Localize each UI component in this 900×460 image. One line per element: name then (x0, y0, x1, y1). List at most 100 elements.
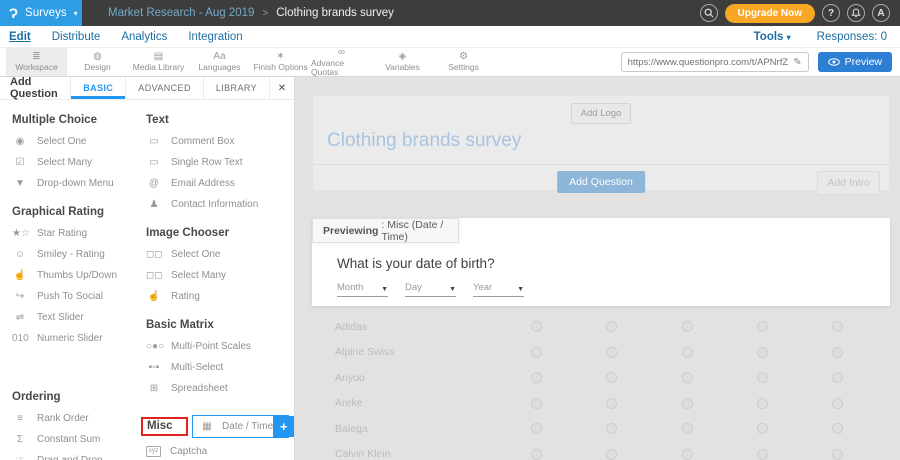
matrix-radio[interactable] (531, 449, 542, 460)
nav-tab-integration[interactable]: Integration (188, 31, 242, 43)
close-panel-button[interactable]: ✕ (269, 77, 294, 99)
question-type-image-select-one[interactable]: ◻◻ Select One (146, 244, 294, 265)
month-select[interactable]: Month ▼ (337, 282, 388, 297)
add-date-time-button[interactable]: + (273, 416, 294, 437)
breadcrumb: Market Research - Aug 2019 > Clothing br… (108, 7, 394, 19)
question-type-star-rating[interactable]: ★☆ Star Rating (12, 223, 146, 244)
matrix-radio[interactable] (682, 347, 693, 358)
matrix-radio[interactable] (757, 347, 768, 358)
tab-library[interactable]: LIBRARY (203, 77, 269, 99)
numeric-slider-icon: 010 (12, 333, 28, 344)
matrix-radio[interactable] (606, 449, 617, 460)
add-intro-button[interactable]: Add Intro (817, 171, 880, 195)
question-type-push-to-social[interactable]: ↪ Push To Social (12, 286, 146, 307)
toolbar-item-settings[interactable]: ⚙ Settings (433, 48, 494, 76)
question-type-constant-sum[interactable]: Σ Constant Sum (12, 429, 146, 450)
add-question-button[interactable]: Add Question (557, 171, 645, 193)
nav-tab-edit[interactable]: Edit (9, 31, 31, 43)
matrix-radio[interactable] (832, 398, 843, 409)
select-many-icon: ☑ (12, 157, 28, 168)
edit-url-icon[interactable]: ✎ (793, 57, 801, 68)
question-type-email-address[interactable]: @ Email Address (146, 173, 294, 194)
day-select[interactable]: Day ▼ (405, 282, 456, 297)
question-type-image-select-many[interactable]: ◻◻ Select Many (146, 265, 294, 286)
matrix-radio[interactable] (757, 372, 768, 383)
matrix-radio[interactable] (606, 321, 617, 332)
tab-basic[interactable]: BASIC (70, 77, 125, 99)
panel-body: Multiple Choice ◉ Select One ☑ Select Ma… (0, 100, 294, 460)
matrix-radio[interactable] (757, 449, 768, 460)
question-type-single-row-text[interactable]: ▭ Single Row Text (146, 152, 294, 173)
matrix-radio[interactable] (757, 321, 768, 332)
survey-title[interactable]: Clothing brands survey (313, 124, 889, 164)
matrix-radio[interactable] (682, 423, 693, 434)
search-button[interactable] (700, 4, 718, 22)
matrix-radio[interactable] (531, 321, 542, 332)
preview-button[interactable]: Preview (818, 52, 892, 72)
question-type-select-one[interactable]: ◉ Select One (12, 131, 146, 152)
matrix-radio[interactable] (682, 321, 693, 332)
question-type-date-time[interactable]: ▦ Date / Time + (192, 415, 289, 438)
responses-count[interactable]: Responses: 0 (817, 31, 887, 43)
survey-url-input[interactable] (628, 57, 789, 68)
matrix-radio[interactable] (606, 398, 617, 409)
toolbar-item-workspace[interactable]: ≣ Workspace (6, 48, 67, 76)
tools-menu[interactable]: Tools ▾ (754, 31, 791, 43)
matrix-radio[interactable] (531, 423, 542, 434)
question-type-spreadsheet[interactable]: ⊞ Spreadsheet (146, 378, 294, 399)
toolbar-item-media-library[interactable]: ▤ Media Library (128, 48, 189, 76)
matrix-radio[interactable] (606, 347, 617, 358)
question-type-thumbs-up-down[interactable]: ☝ Thumbs Up/Down (12, 265, 146, 286)
help-button[interactable]: ? (822, 4, 840, 22)
question-type-comment-box[interactable]: ▭ Comment Box (146, 131, 294, 152)
matrix-radio[interactable] (757, 398, 768, 409)
panel-header: Add Question BASIC ADVANCED LIBRARY ✕ (0, 77, 294, 100)
question-type-captcha[interactable]: xyz Captcha (146, 441, 294, 460)
toolbar-item-finish-options[interactable]: ✶ Finish Options (250, 48, 311, 76)
toolbar-item-variables[interactable]: ◈ Variables (372, 48, 433, 76)
section-ordering: Ordering ≡ Rank Order Σ Constant Sum ☞ D… (12, 391, 146, 460)
nav-tab-distribute[interactable]: Distribute (52, 31, 101, 43)
matrix-radio[interactable] (606, 372, 617, 383)
matrix-radio[interactable] (832, 449, 843, 460)
share-icon: ↪ (12, 291, 28, 302)
toolbar-item-design[interactable]: ◍ Design (67, 48, 128, 76)
matrix-radio[interactable] (682, 398, 693, 409)
question-type-numeric-slider[interactable]: 010 Numeric Slider (12, 328, 146, 349)
notifications-button[interactable] (847, 4, 865, 22)
surveys-menu[interactable]: Ɂ Surveys ▾ (0, 0, 82, 26)
matrix-radio[interactable] (832, 423, 843, 434)
matrix-radio[interactable] (531, 398, 542, 409)
matrix-radio[interactable] (757, 423, 768, 434)
question-type-dropdown-menu[interactable]: ▼ Drop-down Menu (12, 173, 146, 194)
tab-advanced[interactable]: ADVANCED (125, 77, 203, 99)
matrix-radio[interactable] (832, 347, 843, 358)
question-type-multi-point-scales[interactable]: ○●○ Multi-Point Scales (146, 336, 294, 357)
question-type-contact-information[interactable]: ♟ Contact Information (146, 194, 294, 215)
question-type-select-many[interactable]: ☑ Select Many (12, 152, 146, 173)
question-type-text-slider[interactable]: ⇌ Text Slider (12, 307, 146, 328)
add-logo-button[interactable]: Add Logo (571, 103, 632, 124)
matrix-radio[interactable] (531, 347, 542, 358)
avatar[interactable]: A (872, 4, 890, 22)
year-select[interactable]: Year ▼ (473, 282, 524, 297)
question-type-image-rating[interactable]: ☝ Rating (146, 286, 294, 307)
matrix-radio[interactable] (682, 449, 693, 460)
matrix-radio[interactable] (832, 321, 843, 332)
breadcrumb-parent-link[interactable]: Market Research - Aug 2019 (108, 7, 254, 19)
question-type-smiley-rating[interactable]: ☺ Smiley - Rating (12, 244, 146, 265)
question-type-multi-select[interactable]: ▪▫▪ Multi-Select (146, 357, 294, 378)
matrix-radio[interactable] (832, 372, 843, 383)
upgrade-now-button[interactable]: Upgrade Now (725, 4, 815, 23)
question-type-drag-and-drop[interactable]: ☞ Drag and Drop (12, 450, 146, 460)
matrix-row-balega: Balega (312, 416, 890, 442)
toolbar-item-advance-quotas[interactable]: ∞ Advance Quotas (311, 48, 372, 76)
question-type-rank-order[interactable]: ≡ Rank Order (12, 408, 146, 429)
matrix-radio[interactable] (682, 372, 693, 383)
previewing-tab: Previewing : Misc (Date / Time) (312, 218, 459, 243)
toolbar-item-languages[interactable]: Aa Languages (189, 48, 250, 76)
nav-tab-analytics[interactable]: Analytics (121, 31, 167, 43)
languages-icon: Aa (213, 51, 225, 62)
matrix-radio[interactable] (606, 423, 617, 434)
matrix-radio[interactable] (531, 372, 542, 383)
